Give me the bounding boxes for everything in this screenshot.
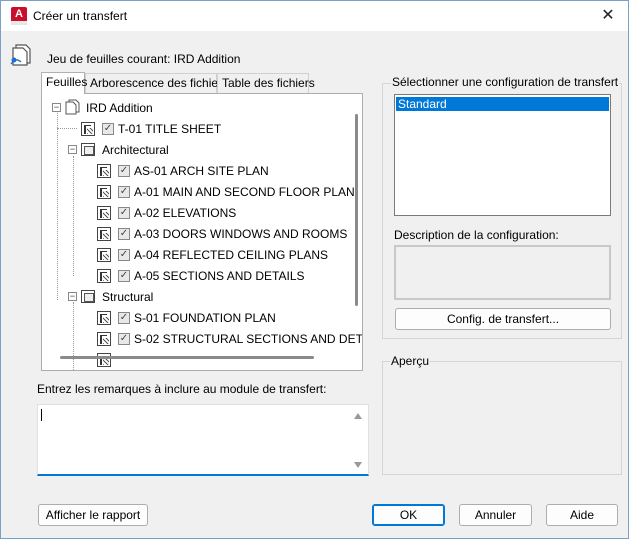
collapse-icon[interactable]: − bbox=[68, 292, 77, 301]
sheet-set-icon bbox=[65, 99, 80, 115]
sheet-checkbox[interactable]: ✓ bbox=[118, 165, 130, 177]
preview-groupbox bbox=[382, 361, 622, 475]
close-icon[interactable]: ✕ bbox=[598, 6, 618, 26]
text-caret bbox=[41, 409, 42, 421]
autocad-app-icon: A bbox=[11, 7, 27, 25]
config-description-label: Description de la configuration: bbox=[394, 228, 559, 242]
tree-item[interactable]: ✓ A-05 SECTIONS AND DETAILS bbox=[42, 266, 362, 286]
title-bar: A Créer un transfert ✕ bbox=[1, 1, 628, 31]
tab-arborescence[interactable]: Arborescence des fichiers bbox=[85, 73, 228, 93]
tree-item[interactable]: ✓ A-02 ELEVATIONS bbox=[42, 203, 362, 223]
sheet-tree-view[interactable]: − IRD Addition ✓ T-01 TITLE SHEET − Arch… bbox=[41, 93, 363, 371]
notes-textarea[interactable] bbox=[37, 404, 369, 476]
sheet-icon bbox=[97, 248, 111, 262]
sheet-checkbox[interactable]: ✓ bbox=[118, 228, 130, 240]
current-sheet-set-label: Jeu de feuilles courant: IRD Addition bbox=[47, 52, 241, 66]
scroll-up-icon[interactable] bbox=[354, 413, 362, 419]
config-listbox[interactable]: Standard bbox=[394, 94, 611, 216]
tree-root-label: IRD Addition bbox=[86, 101, 153, 115]
config-option-standard[interactable]: Standard bbox=[396, 97, 609, 111]
collapse-icon[interactable]: − bbox=[68, 145, 77, 154]
tab-table-fichiers[interactable]: Table des fichiers bbox=[217, 73, 315, 93]
subset-icon bbox=[81, 143, 95, 156]
config-description-box bbox=[394, 245, 611, 300]
tree-item[interactable]: ✓ S-02 STRUCTURAL SECTIONS AND DETAILS bbox=[42, 329, 362, 349]
notes-label: Entrez les remarques à inclure au module… bbox=[37, 382, 327, 396]
subset-icon bbox=[81, 290, 95, 303]
sheet-checkbox[interactable]: ✓ bbox=[118, 270, 130, 282]
sheet-icon bbox=[97, 185, 111, 199]
window-title: Créer un transfert bbox=[33, 9, 128, 23]
tab-feuilles[interactable]: Feuilles bbox=[41, 72, 87, 94]
sheet-checkbox[interactable]: ✓ bbox=[118, 207, 130, 219]
preview-label: Aperçu bbox=[390, 354, 431, 368]
sheet-set-icon bbox=[10, 44, 31, 66]
sheet-checkbox[interactable]: ✓ bbox=[102, 123, 114, 135]
sheet-checkbox[interactable]: ✓ bbox=[118, 186, 130, 198]
sheet-icon bbox=[81, 122, 95, 136]
tree-group[interactable]: − Architectural bbox=[42, 140, 362, 160]
sheet-checkbox[interactable]: ✓ bbox=[118, 312, 130, 324]
sheet-checkbox[interactable]: ✓ bbox=[118, 333, 130, 345]
collapse-icon[interactable]: − bbox=[52, 103, 61, 112]
sheet-icon bbox=[97, 269, 111, 283]
sheet-checkbox[interactable]: ✓ bbox=[118, 249, 130, 261]
help-button[interactable]: Aide bbox=[546, 504, 618, 526]
tree-item[interactable]: ✓ AS-01 ARCH SITE PLAN bbox=[42, 161, 362, 181]
sheet-icon bbox=[97, 206, 111, 220]
tree-item[interactable]: ✓ T-01 TITLE SHEET bbox=[42, 119, 362, 139]
config-select-label: Sélectionner une configuration de transf… bbox=[391, 75, 620, 89]
sheet-icon bbox=[97, 164, 111, 178]
tree-vertical-scrollbar[interactable] bbox=[355, 114, 358, 306]
cancel-button[interactable]: Annuler bbox=[459, 504, 532, 526]
create-transmittal-dialog: A Créer un transfert ✕ Jeu de feuilles c… bbox=[0, 0, 629, 539]
tree-root[interactable]: − IRD Addition bbox=[42, 98, 362, 118]
tree-item[interactable]: ✓ A-01 MAIN AND SECOND FLOOR PLAN bbox=[42, 182, 362, 202]
ok-button[interactable]: OK bbox=[372, 504, 445, 526]
tree-item-partial bbox=[42, 350, 362, 370]
scroll-down-icon[interactable] bbox=[354, 462, 362, 468]
tree-item[interactable]: ✓ S-01 FOUNDATION PLAN bbox=[42, 308, 362, 328]
sheet-icon bbox=[97, 311, 111, 325]
tree-horizontal-scrollbar[interactable] bbox=[60, 356, 314, 359]
tree-item[interactable]: ✓ A-04 REFLECTED CEILING PLANS bbox=[42, 245, 362, 265]
sheet-icon bbox=[97, 227, 111, 241]
view-report-button[interactable]: Afficher le rapport bbox=[38, 504, 148, 526]
tree-group[interactable]: − Structural bbox=[42, 287, 362, 307]
transmittal-setups-button[interactable]: Config. de transfert... bbox=[395, 308, 611, 330]
tree-item[interactable]: ✓ A-03 DOORS WINDOWS AND ROOMS bbox=[42, 224, 362, 244]
sheet-icon bbox=[97, 332, 111, 346]
